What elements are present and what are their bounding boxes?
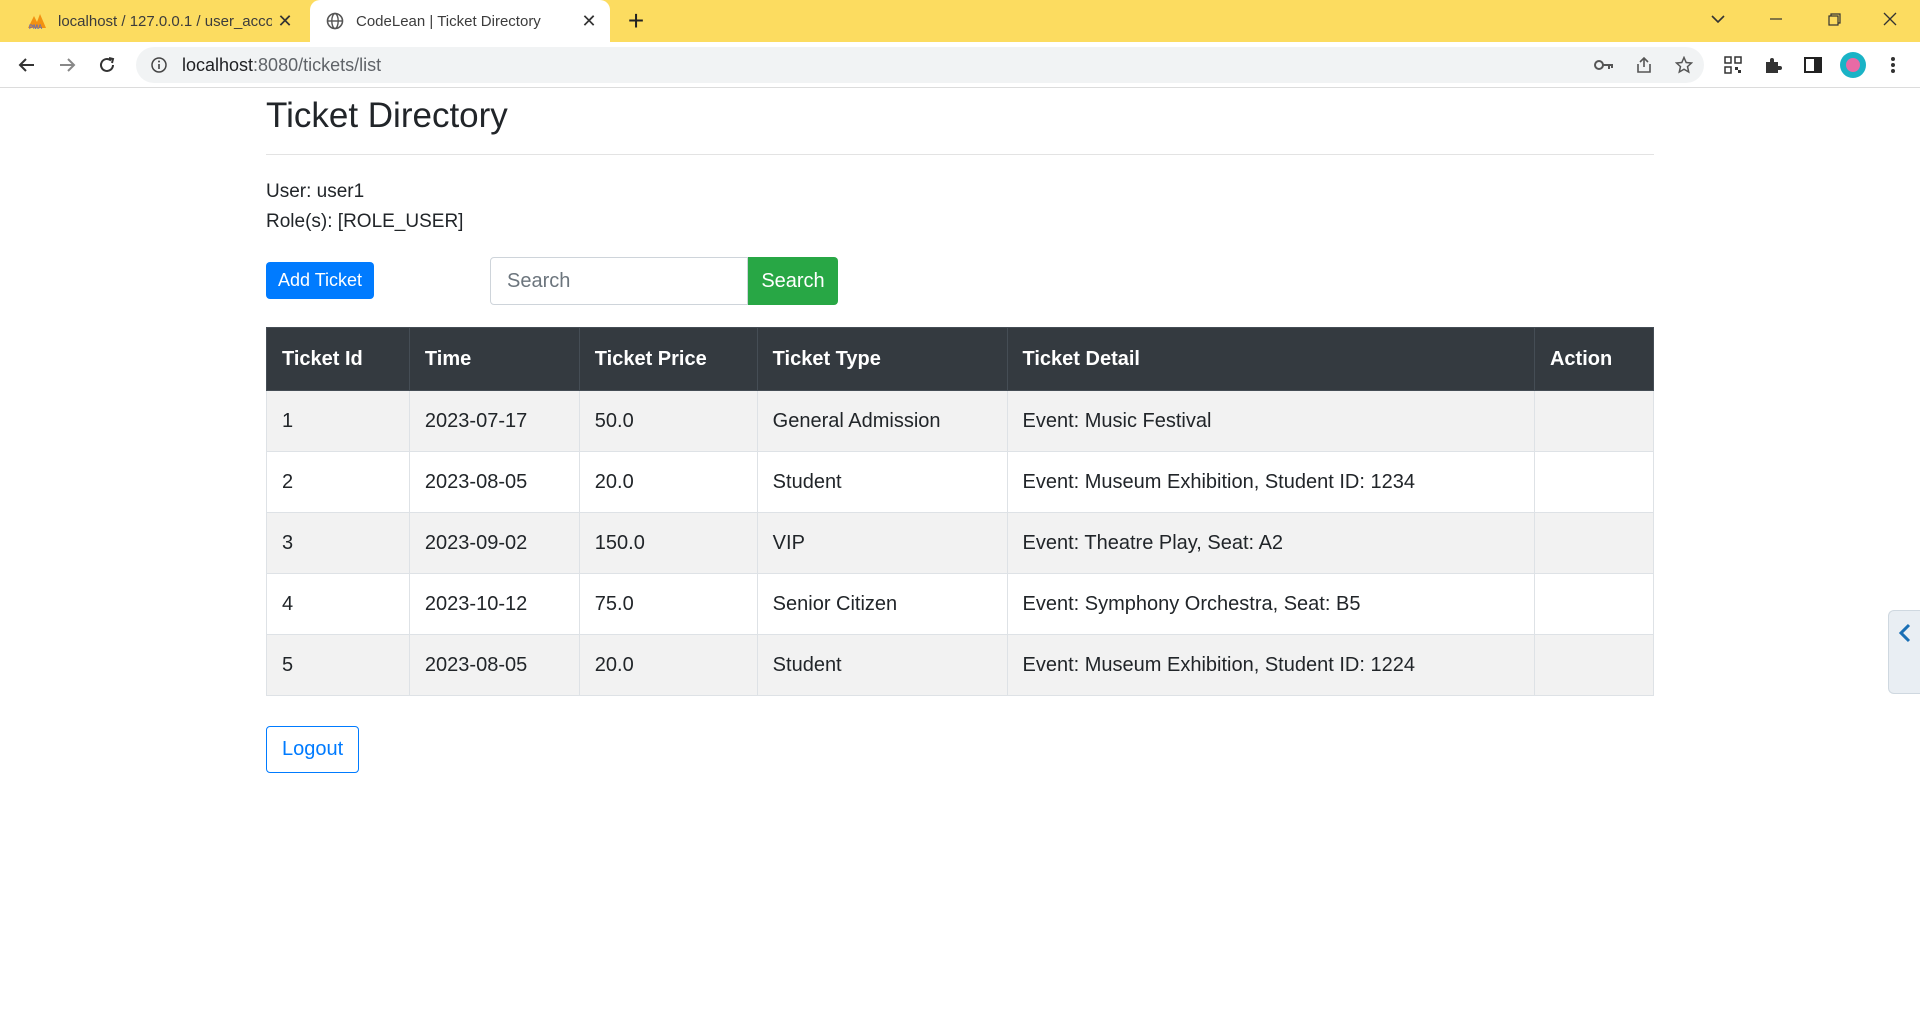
url-host: localhost bbox=[182, 54, 254, 75]
column-header: Ticket Price bbox=[578, 327, 758, 391]
new-tab-button[interactable]: + bbox=[620, 5, 652, 36]
key-icon[interactable] bbox=[1584, 47, 1624, 83]
bookmark-star-icon[interactable] bbox=[1664, 47, 1704, 83]
profile-avatar[interactable] bbox=[1838, 50, 1868, 80]
cell-action bbox=[1533, 512, 1655, 574]
cell-ticket-type: VIP bbox=[756, 512, 1008, 574]
close-window-button[interactable] bbox=[1862, 0, 1918, 38]
user-info: User: user1 Role(s): [ROLE_USER] bbox=[266, 177, 1654, 237]
cell-ticket-detail: Event: Museum Exhibition, Student ID: 12… bbox=[1006, 451, 1535, 513]
table-row: 5 2023-08-05 20.0 Student Event: Museum … bbox=[266, 634, 1655, 696]
cell-ticket-type: General Admission bbox=[756, 390, 1008, 452]
cell-ticket-type: Student bbox=[756, 451, 1008, 513]
cell-time: 2023-08-05 bbox=[408, 634, 580, 696]
cell-time: 2023-09-02 bbox=[408, 512, 580, 574]
cell-time: 2023-07-17 bbox=[408, 390, 580, 452]
cell-ticket-type: Senior Citizen bbox=[756, 573, 1008, 635]
cell-ticket-detail: Event: Symphony Orchestra, Seat: B5 bbox=[1006, 573, 1535, 635]
cell-ticket-price: 20.0 bbox=[578, 451, 758, 513]
restore-button[interactable] bbox=[1806, 0, 1862, 38]
tab-search-icon[interactable] bbox=[1690, 0, 1746, 38]
title-divider bbox=[266, 154, 1654, 155]
cell-action bbox=[1533, 634, 1655, 696]
column-header: Time bbox=[408, 327, 580, 391]
browser-tab-ticket-directory[interactable]: CodeLean | Ticket Directory ✕ bbox=[310, 0, 610, 42]
cell-ticket-price: 75.0 bbox=[578, 573, 758, 635]
page-title: Ticket Directory bbox=[266, 96, 508, 135]
phpmyadmin-icon: PMA bbox=[26, 10, 48, 32]
cell-time: 2023-10-12 bbox=[408, 573, 580, 635]
tab-title: localhost / 127.0.0.1 / user_accou bbox=[58, 12, 272, 30]
cell-ticket-id: 3 bbox=[266, 512, 410, 574]
svg-text:PMA: PMA bbox=[29, 25, 43, 30]
forward-arrow-icon[interactable] bbox=[52, 50, 82, 80]
back-arrow-icon[interactable] bbox=[12, 50, 42, 80]
tab-title: CodeLean | Ticket Directory bbox=[356, 12, 541, 30]
cell-time: 2023-08-05 bbox=[408, 451, 580, 513]
column-header: Ticket Type bbox=[756, 327, 1008, 391]
cell-action bbox=[1533, 573, 1655, 635]
table-header-row: Ticket Id Time Ticket Price Ticket Type … bbox=[266, 327, 1655, 391]
cell-ticket-detail: Event: Theatre Play, Seat: A2 bbox=[1006, 512, 1535, 574]
close-icon[interactable]: ✕ bbox=[576, 8, 602, 34]
minimize-button[interactable] bbox=[1748, 0, 1804, 38]
cell-ticket-price: 20.0 bbox=[578, 634, 758, 696]
actions-bar: Add Ticket Search bbox=[266, 257, 1654, 307]
table-row: 4 2023-10-12 75.0 Senior Citizen Event: … bbox=[266, 573, 1655, 635]
search-button[interactable]: Search bbox=[748, 257, 838, 305]
user-name-label: User: user1 bbox=[266, 181, 365, 202]
chevron-left-icon bbox=[1898, 623, 1912, 648]
browser-menu-icon[interactable] bbox=[1878, 50, 1908, 80]
table-row: 3 2023-09-02 150.0 VIP Event: Theatre Pl… bbox=[266, 512, 1655, 574]
page-content: Ticket Directory User: user1 Role(s): [R… bbox=[266, 88, 1655, 773]
logout-button[interactable]: Logout bbox=[266, 726, 360, 773]
cell-action bbox=[1533, 451, 1655, 513]
cell-ticket-type: Student bbox=[756, 634, 1008, 696]
browser-toolbar: localhost:8080/tickets/list bbox=[0, 42, 1920, 88]
reload-icon[interactable] bbox=[92, 50, 122, 80]
cell-ticket-detail: Event: Music Festival bbox=[1006, 390, 1535, 452]
extensions-puzzle-icon[interactable] bbox=[1758, 50, 1788, 80]
cell-ticket-detail: Event: Museum Exhibition, Student ID: 12… bbox=[1006, 634, 1535, 696]
side-drawer-toggle[interactable] bbox=[1888, 610, 1920, 694]
table-row: 1 2023-07-17 50.0 General Admission Even… bbox=[266, 390, 1655, 452]
globe-icon bbox=[324, 10, 346, 32]
column-header: Action bbox=[1533, 327, 1655, 391]
cell-action bbox=[1533, 390, 1655, 452]
search-input[interactable] bbox=[490, 257, 748, 305]
column-header: Ticket Detail bbox=[1006, 327, 1535, 391]
close-icon[interactable]: ✕ bbox=[272, 8, 298, 34]
url-path: :8080/tickets/list bbox=[253, 54, 382, 75]
cell-ticket-price: 150.0 bbox=[578, 512, 758, 574]
cell-ticket-id: 5 bbox=[266, 634, 410, 696]
cell-ticket-id: 4 bbox=[266, 573, 410, 635]
cell-ticket-price: 50.0 bbox=[578, 390, 758, 452]
table-row: 2 2023-08-05 20.0 Student Event: Museum … bbox=[266, 451, 1655, 513]
site-info-icon[interactable] bbox=[150, 56, 168, 74]
url-text: localhost:8080/tickets/list bbox=[182, 55, 1584, 76]
ticket-table: Ticket Id Time Ticket Price Ticket Type … bbox=[266, 327, 1655, 696]
cell-ticket-id: 2 bbox=[266, 451, 410, 513]
share-icon[interactable] bbox=[1624, 47, 1664, 83]
qr-code-icon[interactable] bbox=[1718, 50, 1748, 80]
add-ticket-button[interactable]: Add Ticket bbox=[266, 262, 375, 299]
column-header: Ticket Id bbox=[266, 327, 410, 391]
address-bar[interactable]: localhost:8080/tickets/list bbox=[136, 47, 1704, 83]
browser-tab-phpmyadmin[interactable]: PMA localhost / 127.0.0.1 / user_accou ✕ bbox=[16, 0, 306, 42]
user-roles-label: Role(s): [ROLE_USER] bbox=[266, 211, 464, 232]
cell-ticket-id: 1 bbox=[266, 390, 410, 452]
side-panel-icon[interactable] bbox=[1798, 50, 1828, 80]
browser-tabstrip: PMA localhost / 127.0.0.1 / user_accou ✕… bbox=[0, 0, 1920, 42]
